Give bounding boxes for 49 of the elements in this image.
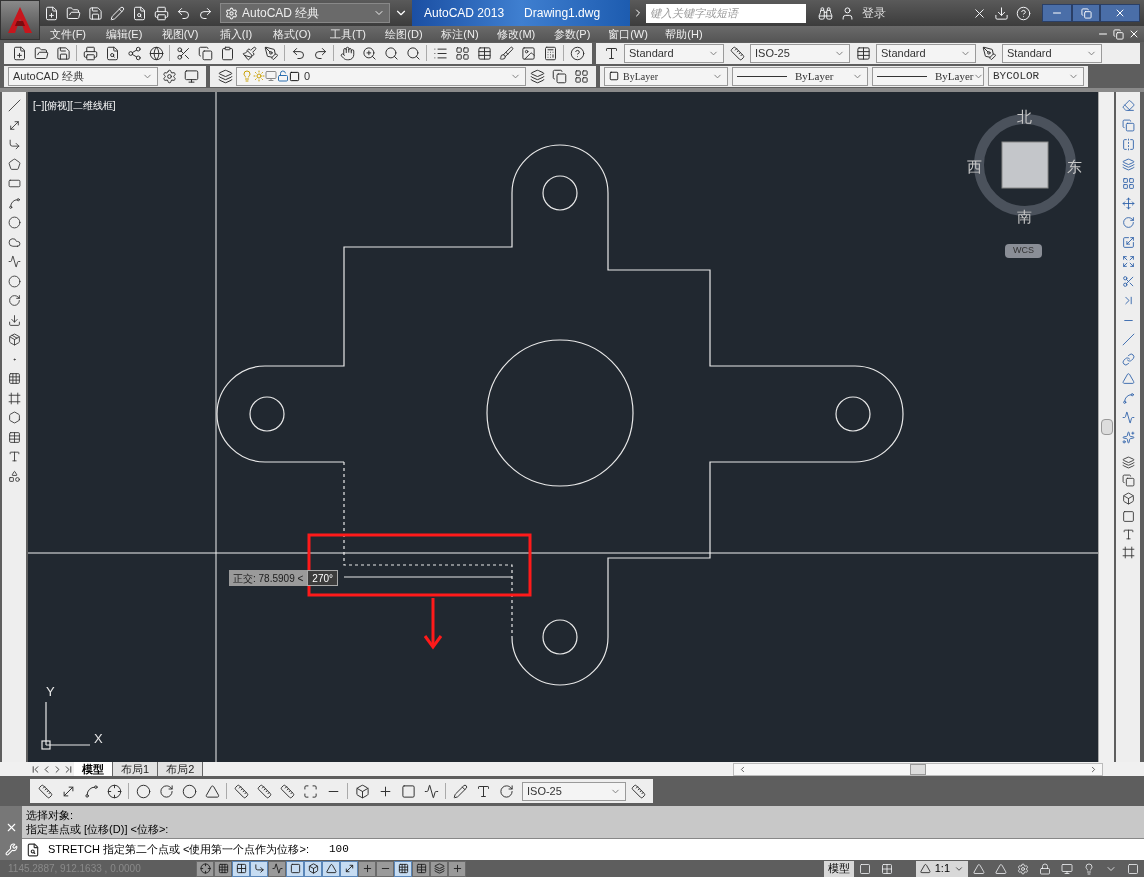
menu-item[interactable]: 工具(T) (320, 25, 376, 43)
color-dropdown[interactable]: ByLayer (604, 66, 728, 86)
menu-item[interactable]: 绘图(D) (376, 25, 432, 43)
menu-item[interactable]: 帮助(H) (656, 25, 712, 43)
menu-item[interactable]: 插入(I) (208, 25, 264, 43)
ucs-y-label: Y (46, 683, 55, 701)
menu-item[interactable]: 视图(V) (152, 25, 208, 43)
menu-item[interactable]: 修改(M) (488, 25, 544, 43)
command-history-line: 指定基点或 [位移(D)] <位移>: (26, 822, 169, 836)
menu-item[interactable]: 编辑(E) (96, 25, 152, 43)
command-history-line: 选择对象: (26, 808, 75, 822)
command-value: 100 (328, 842, 349, 858)
model-space-button[interactable]: 模型 (823, 860, 854, 877)
login-link[interactable]: 登录 (862, 4, 886, 22)
app-title: AutoCAD 2013 (424, 5, 505, 22)
annotation-scale-button[interactable]: 1:1 (915, 860, 968, 877)
compass-east[interactable]: 东 (1067, 156, 1082, 179)
command-input[interactable]: STRETCH 指定第二个点或 <使用第一个点作为位移>: 100 (22, 838, 1144, 860)
layout-tab[interactable]: 模型 (74, 762, 113, 776)
menu-item[interactable]: 格式(O) (264, 25, 320, 43)
dimension-style-dropdown[interactable]: ISO-25 (522, 781, 626, 801)
command-prompt: STRETCH 指定第二个点或 <使用第一个点作为位移>: (48, 842, 309, 858)
workspace-dropdown[interactable]: AutoCAD 经典 (8, 66, 158, 86)
linetype-dropdown[interactable]: ByLayer (732, 66, 868, 86)
dimension-style-dropdown[interactable]: ISO-25 (750, 43, 850, 63)
lineweight-dropdown[interactable]: ByLayer (872, 66, 984, 86)
workspace-dropdown[interactable]: AutoCAD 经典 (220, 3, 390, 23)
menu-item[interactable]: 窗口(W) (600, 25, 656, 43)
drawing-canvas[interactable]: [−][俯视][二维线框] 北 西 东 南 WCS 正交: 78.5909 < 270° Y X (28, 92, 1098, 762)
layout-tab[interactable]: 布局2 (158, 762, 204, 776)
document-title: Drawing1.dwg (524, 5, 601, 22)
layout-tab[interactable]: 布局1 (113, 762, 159, 776)
menu-item[interactable]: 标注(N) (432, 25, 488, 43)
table-style-dropdown[interactable]: Standard (876, 43, 976, 63)
multileader-style-dropdown[interactable]: Standard (1002, 43, 1102, 63)
viewport-label[interactable]: [−][俯视][二维线框] (33, 98, 116, 113)
plot-style-dropdown[interactable]: BYCOLOR (988, 66, 1084, 86)
text-style-dropdown[interactable]: Standard (624, 43, 724, 63)
ucs-x-label: X (94, 730, 103, 748)
compass-south[interactable]: 南 (1017, 206, 1032, 229)
dynamic-input-tooltip: 正交: 78.5909 < (229, 570, 308, 586)
compass-west[interactable]: 西 (967, 156, 982, 179)
layer-dropdown[interactable]: 0 (236, 66, 526, 86)
angle-field[interactable]: 270° (307, 570, 338, 586)
compass-north[interactable]: 北 (1017, 106, 1032, 129)
wcs-menu-button[interactable]: WCS (1005, 244, 1042, 258)
menu-item[interactable]: 文件(F) (40, 25, 96, 43)
search-field[interactable]: 键入关键字或短语 (646, 3, 806, 23)
menu-item[interactable]: 参数(P) (544, 25, 600, 43)
